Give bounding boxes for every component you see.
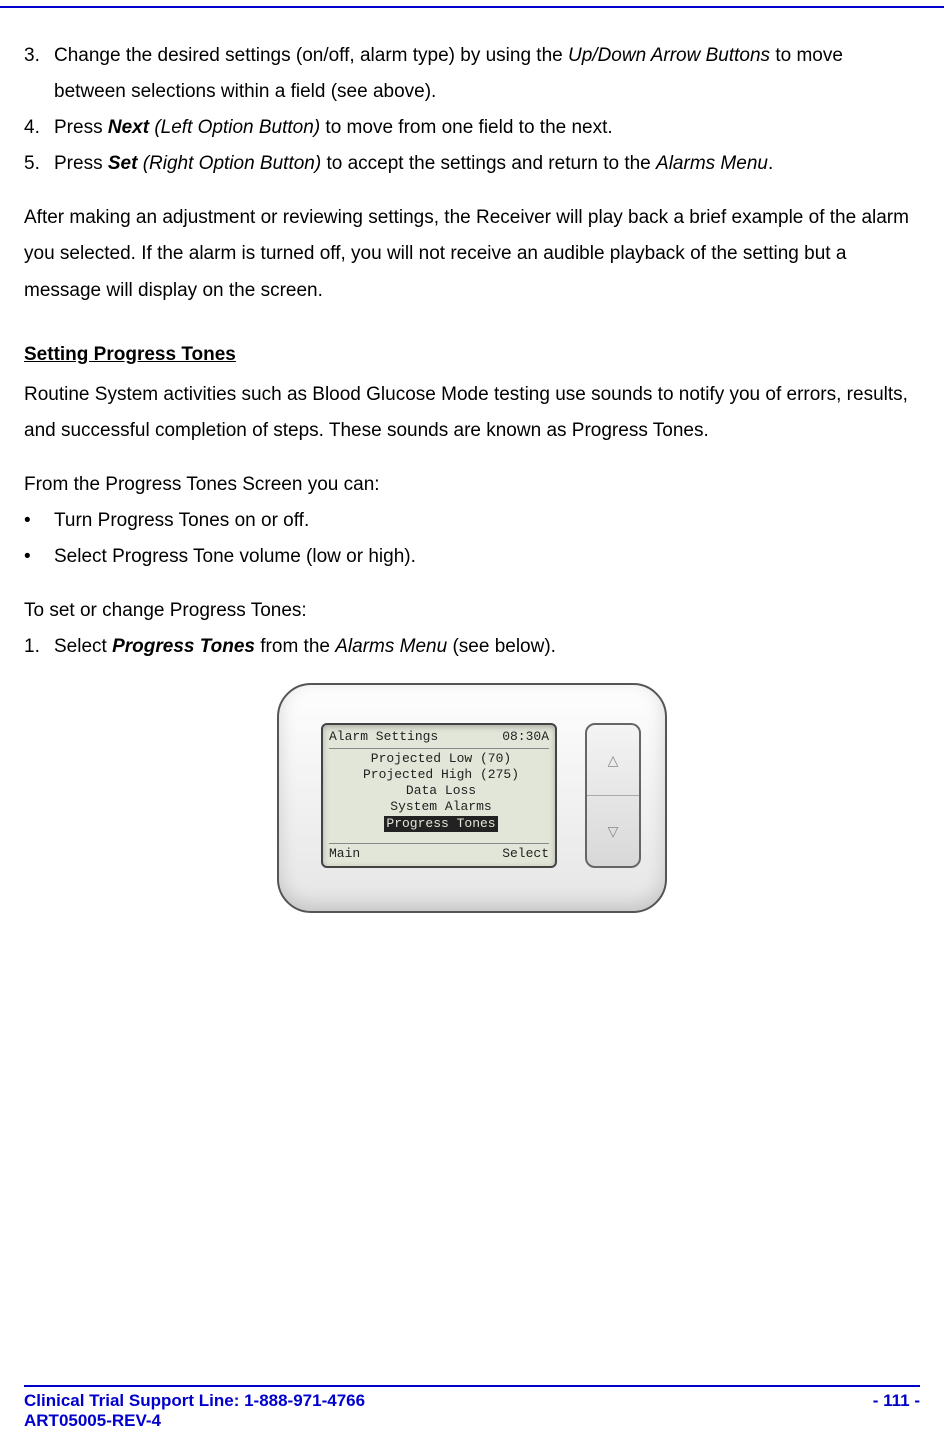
text: to move from one field to the next. <box>320 117 613 138</box>
menu-item: Projected High (275) <box>333 767 549 783</box>
menu-item: System Alarms <box>333 799 549 815</box>
bullet-icon: • <box>24 539 54 575</box>
text: (see below). <box>447 636 556 657</box>
bullet-icon: • <box>24 503 54 539</box>
screen-title: Alarm Settings <box>329 729 438 745</box>
emphasis: (Right Option Button) <box>137 153 321 174</box>
step-number: 5. <box>24 146 54 182</box>
triangle-up-icon: △ <box>608 747 619 774</box>
screen-menu: Projected Low (70) Projected High (275) … <box>329 751 549 832</box>
instruction-list-continued: 3. Change the desired settings (on/off, … <box>24 38 920 182</box>
device-illustration: Alarm Settings 08:30A Projected Low (70)… <box>24 683 920 926</box>
text: . <box>768 153 773 174</box>
emphasis: Alarms Menu <box>335 636 447 657</box>
text: from the <box>255 636 335 657</box>
step-body: Press Set (Right Option Button) to accep… <box>54 146 920 182</box>
text: Press <box>54 153 108 174</box>
footer-support-line: Clinical Trial Support Line: 1-888-971-4… <box>24 1391 365 1411</box>
footer-row-1: Clinical Trial Support Line: 1-888-971-4… <box>24 1391 920 1411</box>
bullet-list: • Turn Progress Tones on or off. • Selec… <box>24 503 920 575</box>
text: Change the desired settings (on/off, ala… <box>54 45 568 66</box>
emphasis: Alarms Menu <box>656 153 768 174</box>
emphasis-strong: Set <box>108 153 138 174</box>
bullet-item: • Select Progress Tone volume (low or hi… <box>24 539 920 575</box>
lead-text: To set or change Progress Tones: <box>24 593 920 629</box>
menu-item: Projected Low (70) <box>333 751 549 767</box>
emphasis-strong: Progress Tones <box>112 636 255 657</box>
step-3: 3. Change the desired settings (on/off, … <box>24 38 920 110</box>
step-body: Press Next (Left Option Button) to move … <box>54 110 920 146</box>
step-1: 1. Select Progress Tones from the Alarms… <box>24 629 920 665</box>
step-number: 4. <box>24 110 54 146</box>
step-body: Change the desired settings (on/off, ala… <box>54 38 920 110</box>
section-heading: Setting Progress Tones <box>24 337 920 373</box>
text: Press <box>54 117 108 138</box>
selected-highlight: Progress Tones <box>384 816 497 832</box>
lead-text: From the Progress Tones Screen you can: <box>24 467 920 503</box>
page-footer: Clinical Trial Support Line: 1-888-971-4… <box>0 1385 944 1431</box>
arrow-button-column: △ ▽ <box>585 723 641 868</box>
up-arrow-button: △ <box>587 725 639 796</box>
step-number: 3. <box>24 38 54 110</box>
emphasis: (Left Option Button) <box>149 117 320 138</box>
step-4: 4. Press Next (Left Option Button) to mo… <box>24 110 920 146</box>
screen-time: 08:30A <box>502 729 549 745</box>
instruction-list-progress: 1. Select Progress Tones from the Alarms… <box>24 629 920 665</box>
bullet-text: Turn Progress Tones on or off. <box>54 503 309 539</box>
triangle-down-icon: ▽ <box>608 818 619 845</box>
page-content: 3. Change the desired settings (on/off, … <box>0 8 944 927</box>
footer-rule <box>24 1385 920 1387</box>
step-number: 1. <box>24 629 54 665</box>
softkey-left: Main <box>329 846 360 862</box>
text: Select <box>54 636 112 657</box>
menu-item-selected: Progress Tones <box>333 816 549 832</box>
step-body: Select Progress Tones from the Alarms Me… <box>54 629 920 665</box>
paragraph-playback: After making an adjustment or reviewing … <box>24 200 920 308</box>
receiver-device: Alarm Settings 08:30A Projected Low (70)… <box>277 683 667 913</box>
menu-item: Data Loss <box>333 783 549 799</box>
device-screen: Alarm Settings 08:30A Projected Low (70)… <box>321 723 557 868</box>
footer-doc-id: ART05005-REV-4 <box>24 1411 920 1431</box>
footer-page-number: - 111 - <box>873 1391 920 1411</box>
text: to accept the settings and return to the <box>321 153 656 174</box>
paragraph-progress-tones-intro: Routine System activities such as Blood … <box>24 377 920 449</box>
bullet-text: Select Progress Tone volume (low or high… <box>54 539 416 575</box>
bullet-item: • Turn Progress Tones on or off. <box>24 503 920 539</box>
emphasis-strong: Next <box>108 117 149 138</box>
down-arrow-button: ▽ <box>587 796 639 866</box>
screen-title-row: Alarm Settings 08:30A <box>329 729 549 748</box>
softkey-row: Main Select <box>329 843 549 862</box>
emphasis: Up/Down Arrow Buttons <box>568 45 770 66</box>
step-5: 5. Press Set (Right Option Button) to ac… <box>24 146 920 182</box>
softkey-right: Select <box>502 846 549 862</box>
